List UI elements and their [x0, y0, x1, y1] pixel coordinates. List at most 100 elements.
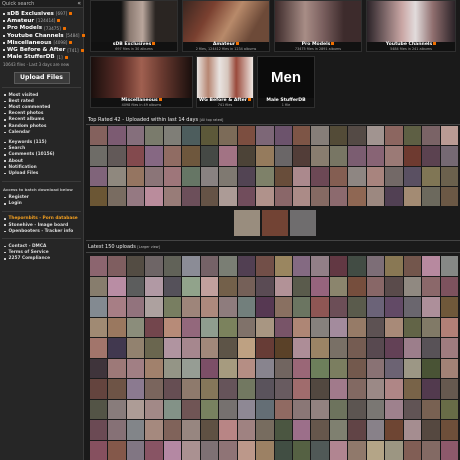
photo-thumbnail[interactable]: [366, 297, 385, 317]
photo-thumbnail[interactable]: [274, 317, 292, 337]
category-label[interactable]: Amateur: [7, 18, 34, 24]
photo-thumbnail[interactable]: [90, 317, 108, 337]
photo-thumbnail[interactable]: [90, 399, 108, 419]
photo-thumbnail[interactable]: [256, 297, 274, 317]
sidebar-category-amateur[interactable]: Amateur [124414]: [2, 17, 81, 24]
rss-icon[interactable]: [331, 42, 335, 45]
photo-thumbnail[interactable]: [200, 186, 219, 206]
nav-link-login[interactable]: Login: [4, 201, 83, 207]
photo-thumbnail[interactable]: [108, 276, 126, 296]
photo-thumbnail[interactable]: [366, 256, 385, 276]
photo-thumbnail[interactable]: [348, 317, 366, 337]
photo-thumbnail[interactable]: [440, 338, 458, 358]
photo-thumbnail[interactable]: [385, 379, 403, 399]
photo-thumbnail[interactable]: [440, 440, 458, 460]
photo-thumbnail[interactable]: [348, 256, 366, 276]
photo-thumbnail[interactable]: [329, 276, 348, 296]
sidebar-category-miscellaneous[interactable]: Miscellaneous [4098]: [2, 39, 81, 46]
photo-thumbnail[interactable]: [108, 297, 126, 317]
photo-thumbnail[interactable]: [126, 358, 145, 378]
photo-thumbnail[interactable]: [403, 126, 422, 146]
photo-thumbnail[interactable]: [145, 317, 163, 337]
photo-thumbnail[interactable]: [348, 358, 366, 378]
nav-link-label[interactable]: Upload Files: [9, 171, 39, 176]
photo-thumbnail[interactable]: [256, 338, 274, 358]
photo-thumbnail[interactable]: [440, 420, 458, 440]
nav-link-label[interactable]: Comments (10156): [9, 152, 55, 157]
photo-thumbnail[interactable]: [256, 399, 274, 419]
category-label[interactable]: Male StufferDB: [7, 54, 55, 60]
photo-thumbnail[interactable]: [126, 186, 145, 206]
photo-thumbnail[interactable]: [422, 276, 440, 296]
photo-thumbnail[interactable]: [163, 166, 182, 186]
photo-thumbnail[interactable]: [237, 440, 256, 460]
photo-thumbnail[interactable]: [348, 126, 366, 146]
sidebar-category-youtube-channels[interactable]: Youtube Channels [5484]: [2, 32, 85, 39]
photo-thumbnail[interactable]: [182, 358, 200, 378]
photo-thumbnail[interactable]: [163, 358, 182, 378]
photo-thumbnail[interactable]: [274, 166, 292, 186]
photo-thumbnail[interactable]: [90, 420, 108, 440]
photo-thumbnail[interactable]: [219, 358, 237, 378]
photo-thumbnail[interactable]: [237, 317, 256, 337]
photo-thumbnail[interactable]: [329, 317, 348, 337]
tile-amateur[interactable]: Amateur 2 files, 124412 files in 1234 al…: [182, 0, 270, 52]
photo-thumbnail[interactable]: [163, 256, 182, 276]
photo-thumbnail[interactable]: [219, 256, 237, 276]
photo-thumbnail[interactable]: [274, 126, 292, 146]
photo-thumbnail[interactable]: [274, 440, 292, 460]
photo-thumbnail[interactable]: [256, 420, 274, 440]
photo-thumbnail[interactable]: [145, 186, 163, 206]
rss-icon[interactable]: [69, 12, 73, 16]
photo-thumbnail[interactable]: [385, 166, 403, 186]
nav-link-thepornbits-porn-database[interactable]: Thepornbits - Porn database: [4, 216, 83, 222]
photo-thumbnail[interactable]: [90, 276, 108, 296]
photo-thumbnail[interactable]: [126, 166, 145, 186]
photo-thumbnail[interactable]: [366, 358, 385, 378]
nav-link-label[interactable]: About: [9, 159, 23, 164]
photo-thumbnail[interactable]: [403, 297, 422, 317]
photo-thumbnail[interactable]: [145, 166, 163, 186]
photo-thumbnail[interactable]: [403, 420, 422, 440]
photo-thumbnail[interactable]: [108, 420, 126, 440]
photo-thumbnail[interactable]: [311, 146, 329, 166]
photo-thumbnail[interactable]: [200, 399, 219, 419]
photo-thumbnail[interactable]: [219, 276, 237, 296]
photo-thumbnail[interactable]: [182, 276, 200, 296]
photo-thumbnail[interactable]: [108, 186, 126, 206]
photo-thumbnail[interactable]: [422, 186, 440, 206]
photo-thumbnail[interactable]: [126, 420, 145, 440]
photo-thumbnail[interactable]: [126, 297, 145, 317]
photo-thumbnail[interactable]: [292, 297, 311, 317]
photo-thumbnail[interactable]: [90, 146, 108, 166]
photo-thumbnail[interactable]: [163, 420, 182, 440]
photo-thumbnail[interactable]: [292, 166, 311, 186]
rss-icon[interactable]: [62, 26, 66, 30]
photo-thumbnail[interactable]: [440, 276, 458, 296]
photo-thumbnail[interactable]: [385, 297, 403, 317]
photo-thumbnail[interactable]: [200, 420, 219, 440]
photo-thumbnail[interactable]: [385, 126, 403, 146]
photo-thumbnail[interactable]: [237, 166, 256, 186]
photo-thumbnail[interactable]: [126, 440, 145, 460]
photo-thumbnail[interactable]: [145, 358, 163, 378]
photo-thumbnail[interactable]: [385, 276, 403, 296]
photo-thumbnail[interactable]: [163, 338, 182, 358]
rss-icon[interactable]: [69, 41, 73, 45]
photo-thumbnail[interactable]: [182, 297, 200, 317]
photo-thumbnail[interactable]: [311, 358, 329, 378]
photo-thumbnail[interactable]: [329, 420, 348, 440]
photo-thumbnail[interactable]: [145, 440, 163, 460]
photo-thumbnail[interactable]: [311, 317, 329, 337]
photo-thumbnail[interactable]: [311, 186, 329, 206]
photo-thumbnail[interactable]: [219, 146, 237, 166]
photo-thumbnail[interactable]: [237, 276, 256, 296]
photo-thumbnail[interactable]: [403, 317, 422, 337]
photo-thumbnail[interactable]: [311, 440, 329, 460]
photo-thumbnail[interactable]: [440, 379, 458, 399]
photo-thumbnail[interactable]: [403, 276, 422, 296]
photo-thumbnail[interactable]: [237, 146, 256, 166]
photo-thumbnail[interactable]: [200, 146, 219, 166]
category-label[interactable]: Youtube Channels: [7, 33, 64, 39]
photo-thumbnail[interactable]: [366, 317, 385, 337]
